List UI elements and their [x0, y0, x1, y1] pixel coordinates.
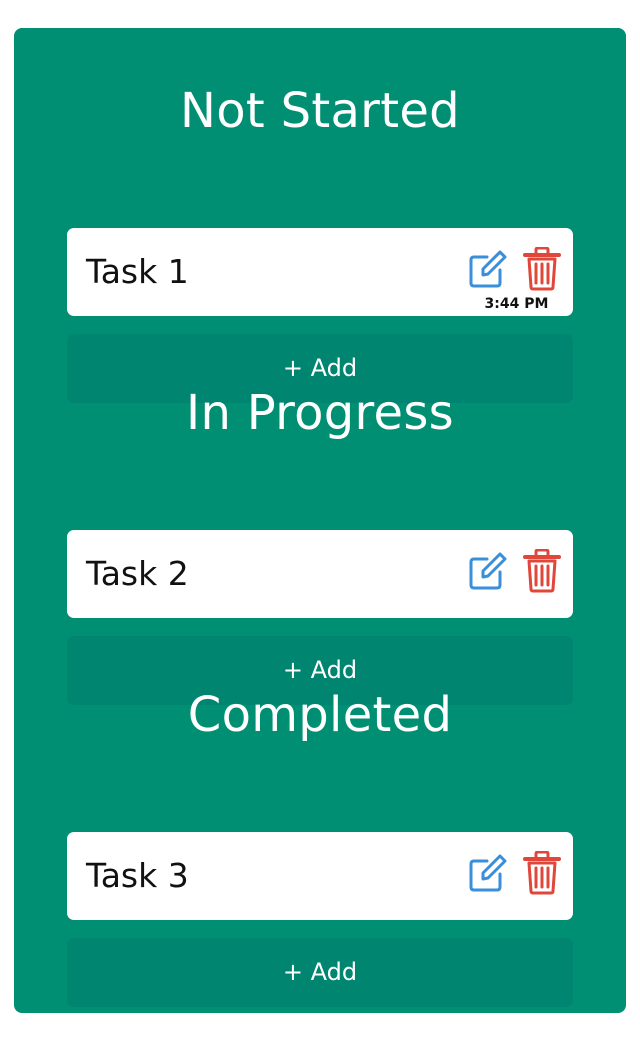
task-name: Task 3: [86, 856, 189, 895]
edit-icon: [469, 854, 507, 892]
add-task-button[interactable]: + Add: [67, 938, 573, 1007]
column-title: In Progress: [186, 385, 454, 441]
task-card[interactable]: Task 2: [67, 530, 573, 618]
edit-button[interactable]: [467, 552, 509, 592]
trash-icon: [523, 851, 561, 895]
column-title: Completed: [187, 687, 453, 743]
trash-icon: [523, 549, 561, 593]
kanban-board: Not Started Task 1 3:44 PM + Add In Prog…: [14, 28, 626, 1013]
edit-button[interactable]: [467, 250, 509, 290]
task-name: Task 2: [86, 554, 189, 593]
edit-icon: [469, 552, 507, 590]
delete-button[interactable]: [522, 851, 562, 895]
task-timestamp: 3:44 PM: [484, 296, 549, 312]
delete-button[interactable]: [522, 549, 562, 593]
task-card[interactable]: Task 1 3:44 PM: [67, 228, 573, 316]
task-card[interactable]: Task 3: [67, 832, 573, 920]
column-title: Not Started: [180, 83, 460, 139]
trash-icon: [523, 247, 561, 291]
delete-button[interactable]: [522, 247, 562, 291]
edit-button[interactable]: [467, 854, 509, 894]
task-name: Task 1: [86, 252, 189, 291]
edit-icon: [469, 250, 507, 288]
